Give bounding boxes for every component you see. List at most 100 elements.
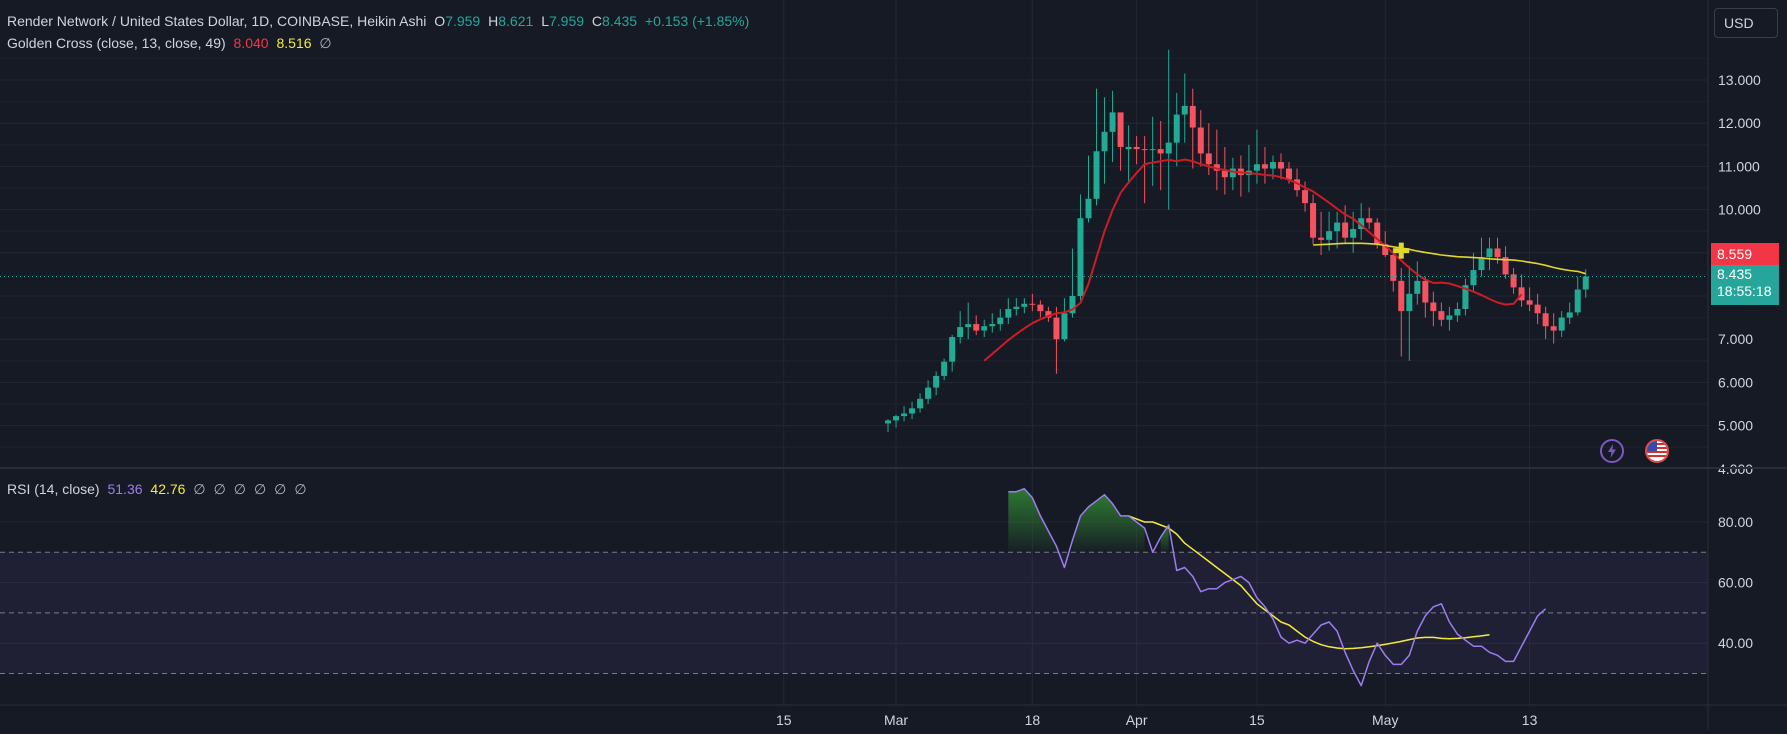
rsi-band <box>0 551 1708 674</box>
golden-cross-slow-line <box>1313 242 1586 275</box>
price-axis-label: 12.000 <box>1718 115 1761 131</box>
low-key: L <box>541 13 549 29</box>
last-price-tag: 8.435 18:55:18 <box>1711 265 1779 305</box>
candle-body <box>1366 218 1373 223</box>
time-axis-label: May <box>1372 712 1398 728</box>
candle-body <box>1221 170 1228 178</box>
golden-cross-slow-value: 8.516 <box>276 35 312 51</box>
candle-body <box>1310 203 1317 238</box>
price-axis-label: 6.000 <box>1718 374 1753 390</box>
candle-body <box>1582 276 1589 290</box>
candle-body <box>1558 317 1565 331</box>
candle-body <box>1277 162 1284 169</box>
low-value: 7.959 <box>548 13 585 29</box>
rsi-overbought-fill <box>1072 494 1145 553</box>
candle-body <box>1494 248 1501 258</box>
candle-body <box>909 408 916 414</box>
rsi-null-value: ∅ <box>294 481 307 497</box>
high-key: H <box>488 13 499 29</box>
rsi-axis-label: 60.00 <box>1718 575 1753 591</box>
rsi-null-value: ∅ <box>274 481 287 497</box>
candle-body <box>1534 304 1541 314</box>
last-price-value: 8.435 <box>1717 266 1753 282</box>
candle-body <box>1318 237 1325 240</box>
candle-body <box>1197 127 1204 154</box>
candle-body <box>1021 303 1028 307</box>
rsi-overbought-fill <box>1160 525 1169 553</box>
candle-body <box>1574 289 1581 313</box>
bar-countdown: 18:55:18 <box>1717 283 1772 299</box>
candle-body <box>941 361 948 376</box>
candle-body <box>1149 149 1156 151</box>
candle-body <box>1478 257 1485 271</box>
rsi-axis-label: 80.00 <box>1718 514 1753 530</box>
golden-cross-fast-value: 8.040 <box>233 35 269 51</box>
rsi-null-value: ∅ <box>193 481 206 497</box>
candle-body <box>893 416 900 421</box>
rsi-null-value: ∅ <box>253 481 267 497</box>
candle-body <box>1229 168 1236 178</box>
candle-body <box>1510 274 1517 288</box>
candle-body <box>901 413 908 417</box>
candle-body <box>1550 326 1557 331</box>
candle-body <box>1398 280 1405 312</box>
price-axis-label: 10.000 <box>1718 202 1761 218</box>
symbol-title[interactable]: Render Network / United States Dollar, 1… <box>7 13 426 29</box>
candle-body <box>1077 218 1084 296</box>
candle-body <box>1085 198 1092 219</box>
candle-body <box>1189 105 1196 128</box>
lightning-icon-glyph <box>1608 444 1616 458</box>
candle-body <box>933 375 940 388</box>
time-axis-label: 15 <box>1249 712 1265 728</box>
candle-body <box>1302 190 1309 204</box>
candle-body <box>1286 168 1292 180</box>
golden-cross-legend[interactable]: Golden Cross (close, 13, close, 49) 8.04… <box>7 35 340 52</box>
candle-body <box>1125 146 1132 150</box>
candle-body <box>885 420 891 424</box>
candle-body <box>1005 308 1012 318</box>
rsi-label[interactable]: RSI (14, close) <box>7 481 100 497</box>
rsi-legend[interactable]: RSI (14, close) 51.36 42.76 ∅ ∅ ∅ ∅ ∅ ∅ <box>7 481 315 498</box>
candle-body <box>1390 254 1397 281</box>
chart-area[interactable]: 4.0005.0006.0007.0008.0009.00010.00011.0… <box>0 0 1787 729</box>
candle-body <box>1037 304 1044 312</box>
candle-body <box>1438 311 1445 320</box>
rsi-ma-value: 42.76 <box>150 481 186 497</box>
price-axis-label: 7.000 <box>1718 331 1753 347</box>
candle-body <box>1101 131 1108 152</box>
candle-body <box>1053 317 1060 340</box>
candle-body <box>1261 164 1268 169</box>
candle-body <box>1526 300 1533 305</box>
chart-canvas[interactable]: 4.0005.0006.0007.0008.0009.00010.00011.0… <box>0 0 1787 729</box>
rsi-value: 51.36 <box>107 481 143 497</box>
open-value: 7.959 <box>445 13 481 29</box>
lightning-icon[interactable] <box>1600 439 1624 463</box>
us-flag-icon[interactable] <box>1645 439 1669 463</box>
rsi-axis-label: 40.00 <box>1718 635 1753 651</box>
candle-body <box>1061 313 1068 340</box>
candle-body <box>1141 149 1148 151</box>
currency-button[interactable]: USD <box>1714 8 1778 38</box>
candle-series[interactable] <box>885 49 1589 433</box>
candle-body <box>1446 315 1453 320</box>
candle-body <box>973 324 980 331</box>
candle-body <box>957 327 964 338</box>
candle-body <box>1157 149 1164 154</box>
moving-average-lines <box>0 158 1708 362</box>
candle-body <box>1406 293 1413 312</box>
candle-body <box>1470 270 1477 286</box>
candle-body <box>1109 112 1116 132</box>
candle-body <box>1029 303 1036 305</box>
slow-ma-price-value: 8.559 <box>1717 246 1753 262</box>
golden-cross-label[interactable]: Golden Cross (close, 13, close, 49) <box>7 35 226 51</box>
candle-body <box>917 398 924 409</box>
close-value: 8.435 <box>602 13 638 29</box>
candle-body <box>1133 146 1140 150</box>
symbol-legend[interactable]: Render Network / United States Dollar, 1… <box>7 13 753 29</box>
candle-body <box>949 337 956 362</box>
candle-body <box>1454 308 1461 316</box>
candle-body <box>965 324 972 328</box>
us-flag-icon-glyph <box>1647 441 1667 461</box>
candle-body <box>925 387 932 399</box>
price-axis-label: 11.000 <box>1718 158 1760 174</box>
